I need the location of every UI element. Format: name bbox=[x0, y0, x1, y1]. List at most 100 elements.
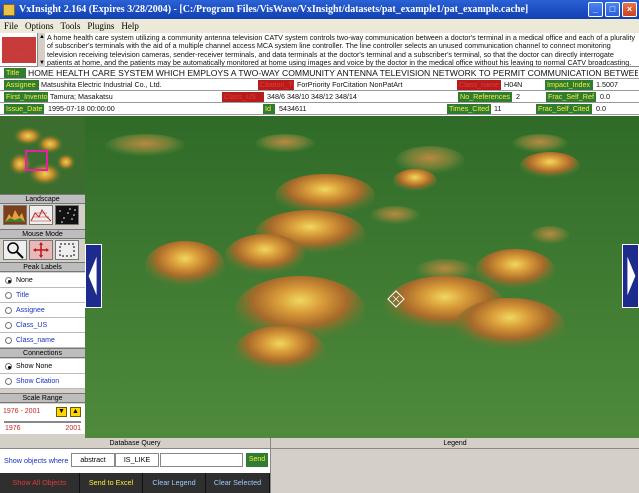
issue-row: Issue_Date 1995-07-18 00:00:00 Id 543461… bbox=[0, 103, 639, 115]
menu-tools[interactable]: Tools bbox=[61, 21, 81, 31]
frac-self-ref-value: 0.0 bbox=[600, 92, 610, 101]
query-value-input[interactable] bbox=[160, 453, 243, 467]
app-icon bbox=[3, 3, 15, 16]
range-down-icon[interactable]: ▼ bbox=[56, 407, 67, 417]
abstract-label: Abstract bbox=[2, 37, 36, 63]
radio-dot-icon bbox=[5, 292, 12, 299]
first-inventor-value: Tamura; Masakatsu bbox=[50, 92, 113, 101]
frac-self-ref-label: Frac_Self_Ref bbox=[546, 92, 596, 102]
class-name-value: H04N bbox=[504, 80, 523, 89]
landscape-points-icon[interactable] bbox=[55, 205, 79, 225]
chevron-right-icon bbox=[627, 256, 636, 296]
connections-show-none-radio[interactable]: Show None bbox=[0, 359, 85, 374]
menu-help[interactable]: Help bbox=[121, 21, 139, 31]
times-cited-label: Times_Cited bbox=[447, 104, 491, 114]
inventor-row: First_Inventor Tamura; Masakatsu Class_U… bbox=[0, 91, 639, 103]
connections-header: Connections bbox=[0, 348, 85, 358]
radio-dot-icon bbox=[5, 363, 12, 370]
class-us-label: Class_US bbox=[222, 92, 264, 102]
assignee-label: Assignee bbox=[4, 80, 39, 90]
id-value: 5434611 bbox=[279, 104, 307, 113]
landscape-buttons bbox=[0, 205, 85, 227]
pan-move-icon[interactable] bbox=[29, 240, 53, 260]
landscape-header: Landscape bbox=[0, 194, 85, 204]
mouse-mode-buttons bbox=[0, 240, 85, 262]
title-row: Title HOME HEALTH CARE SYSTEM WHICH EMPL… bbox=[0, 67, 639, 79]
menu-file[interactable]: File bbox=[4, 21, 18, 31]
clear-selected-button[interactable]: Clear Selected bbox=[206, 473, 270, 493]
nav-left-arrow[interactable] bbox=[85, 244, 102, 308]
zoom-magnifier-icon[interactable] bbox=[3, 240, 27, 260]
record-fields: Title HOME HEALTH CARE SYSTEM WHICH EMPL… bbox=[0, 67, 639, 116]
menu-plugins[interactable]: Plugins bbox=[87, 21, 114, 31]
action-bar: Show All Objects Send to Excel Clear Leg… bbox=[0, 473, 270, 493]
viewport-box[interactable] bbox=[25, 150, 48, 171]
scale-range-header: Scale Range bbox=[0, 393, 85, 403]
assignee-row: Assignee Matsushita Electric Industrial … bbox=[0, 79, 639, 91]
no-references-label: No_References bbox=[458, 92, 512, 102]
control-panel: Landscape Mouse Mode Peak Labels None Ti… bbox=[0, 116, 85, 438]
terrain-view[interactable] bbox=[85, 116, 639, 438]
connections-show-citation-radio[interactable]: Show Citation bbox=[0, 374, 85, 389]
app-window: VxInsight 2.164 (Expires 3/28/2004) - [C… bbox=[0, 0, 639, 493]
scroll-up-icon[interactable]: ▲ bbox=[38, 33, 46, 41]
radio-dot-icon bbox=[5, 322, 12, 329]
peak-label-assignee-radio[interactable]: Assignee bbox=[0, 303, 85, 318]
window-title: VxInsight 2.164 (Expires 3/28/2004) - [C… bbox=[19, 4, 529, 15]
range-min-label: 1976 bbox=[5, 425, 21, 432]
query-row: Show objects where abstract IS_LIKE Send bbox=[0, 449, 270, 474]
show-all-objects-button[interactable]: Show All Objects bbox=[0, 473, 80, 493]
citation-type-label: Citation_Type bbox=[258, 80, 294, 90]
title-bar[interactable]: VxInsight 2.164 (Expires 3/28/2004) - [C… bbox=[0, 0, 639, 19]
close-button[interactable]: × bbox=[622, 2, 637, 17]
peak-label-title-radio[interactable]: Title bbox=[0, 288, 85, 303]
abstract-row: Abstract ▲ ▼ A home health care system u… bbox=[0, 33, 639, 67]
times-cited-value: 11 bbox=[494, 104, 502, 113]
menu-bar: File Options Tools Plugins Help bbox=[0, 19, 639, 33]
class-us-value: 348/6 348/10 348/12 348/14 bbox=[267, 92, 357, 101]
issue-date-value: 1995-07-18 00:00:00 bbox=[48, 104, 115, 113]
db-query-header: Database Query bbox=[0, 438, 270, 449]
scale-range-row: 1976 - 2001 ▼ ▲ bbox=[0, 404, 85, 420]
query-operator-select[interactable]: IS_LIKE bbox=[115, 453, 159, 467]
scale-range-text: 1976 - 2001 bbox=[3, 408, 41, 415]
chevron-left-icon bbox=[88, 256, 97, 296]
range-max-label: 2001 bbox=[65, 425, 81, 432]
radio-dot-icon bbox=[5, 337, 12, 344]
radio-dot-icon bbox=[5, 378, 12, 385]
citation-type-value: ForPriority ForCitation NonPatArt bbox=[297, 80, 403, 89]
landscape-wireframe-icon[interactable] bbox=[29, 205, 53, 225]
frac-self-cited-value: 0.0 bbox=[596, 104, 606, 113]
radio-dot-icon bbox=[5, 307, 12, 314]
mouse-mode-header: Mouse Mode bbox=[0, 229, 85, 239]
title-value: HOME HEALTH CARE SYSTEM WHICH EMPLOYS A … bbox=[28, 68, 638, 78]
abstract-scrollbar[interactable]: ▲ ▼ bbox=[37, 33, 45, 67]
title-label: Title bbox=[4, 68, 26, 78]
peak-label-class-name-radio[interactable]: Class_name bbox=[0, 333, 85, 348]
menu-options[interactable]: Options bbox=[25, 21, 54, 31]
first-inventor-label: First_Inventor bbox=[4, 92, 48, 102]
nav-right-arrow[interactable] bbox=[622, 244, 639, 308]
id-label: Id bbox=[263, 104, 275, 114]
minimize-button[interactable]: _ bbox=[588, 2, 603, 17]
peak-label-none-radio[interactable]: None bbox=[0, 273, 85, 288]
abstract-text[interactable]: A home health care system utilizing a co… bbox=[47, 34, 637, 66]
query-field-select[interactable]: abstract bbox=[71, 453, 115, 467]
clear-legend-button[interactable]: Clear Legend bbox=[143, 473, 206, 493]
legend-area bbox=[270, 449, 639, 493]
maximize-button[interactable]: □ bbox=[605, 2, 620, 17]
terrain-canvas bbox=[85, 116, 639, 438]
scroll-down-icon[interactable]: ▼ bbox=[38, 59, 46, 67]
overview-map[interactable] bbox=[0, 116, 85, 194]
send-button[interactable]: Send bbox=[246, 453, 268, 467]
select-box-icon[interactable] bbox=[55, 240, 79, 260]
radio-dot-icon bbox=[5, 277, 12, 284]
legend-header: Legend bbox=[270, 438, 639, 449]
peak-label-class-us-radio[interactable]: Class_US bbox=[0, 318, 85, 333]
send-to-excel-button[interactable]: Send to Excel bbox=[80, 473, 143, 493]
class-name-label: Class_name bbox=[457, 80, 501, 90]
landscape-surface-icon[interactable] bbox=[3, 205, 27, 225]
range-up-icon[interactable]: ▲ bbox=[70, 407, 81, 417]
impact-index-label: Impact_Index bbox=[545, 80, 593, 90]
issue-date-label: Issue_Date bbox=[4, 104, 44, 114]
